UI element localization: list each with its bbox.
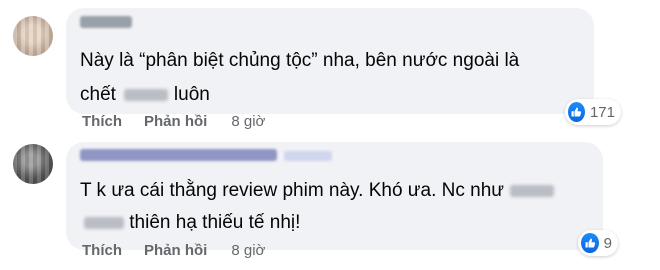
avatar[interactable] [13,144,53,184]
comment-text: luôn [173,84,210,105]
comment-text-line-2: chết luôn [80,80,210,110]
reaction-count-badge[interactable]: 171 [565,99,621,125]
timestamp[interactable]: 8 giờ [231,113,265,130]
like-button[interactable]: Thích [82,242,122,259]
author-name-blurred[interactable] [80,149,277,161]
like-icon [581,233,599,253]
comment-text-line-2: thiên hạ thiếu tế nhị! [80,208,300,238]
reply-button[interactable]: Phản hồi [144,242,207,259]
censored-word [84,216,124,229]
reaction-count: 171 [589,103,615,121]
comment-1: Này là “phân biệt chủng tộc” nha, bên nư… [0,0,660,138]
reply-button[interactable]: Phản hồi [144,113,207,130]
comment-bubble: Này là “phân biệt chủng tộc” nha, bên nư… [66,8,594,114]
comment-actions: Thích Phản hồi 8 giờ [82,113,265,130]
comment-text: chết [80,84,116,105]
avatar[interactable] [13,16,53,56]
reaction-count: 9 [603,234,612,252]
comment-bubble: T k ưa cái thằng review phim này. Khó ưa… [66,142,603,250]
comment-text-line-1: Này là “phân biệt chủng tộc” nha, bên nư… [80,50,520,71]
comment-text: thiên hạ thiếu tế nhị! [129,212,301,233]
reaction-count-badge[interactable]: 9 [578,230,618,256]
like-button[interactable]: Thích [82,113,122,130]
comment-text-line-1: T k ưa cái thằng review phim này. Khó ưa… [80,176,560,206]
timestamp[interactable]: 8 giờ [231,242,265,259]
badge-blurred [284,151,332,161]
comment-text: T k ưa cái thằng review phim này. Khó ưa… [80,180,504,201]
like-icon [568,102,585,122]
comment-2: T k ưa cái thằng review phim này. Khó ưa… [0,138,660,270]
censored-word [123,88,168,101]
author-name-blurred[interactable] [80,16,132,28]
comment-actions: Thích Phản hồi 8 giờ [82,242,265,259]
censored-word [509,184,554,197]
